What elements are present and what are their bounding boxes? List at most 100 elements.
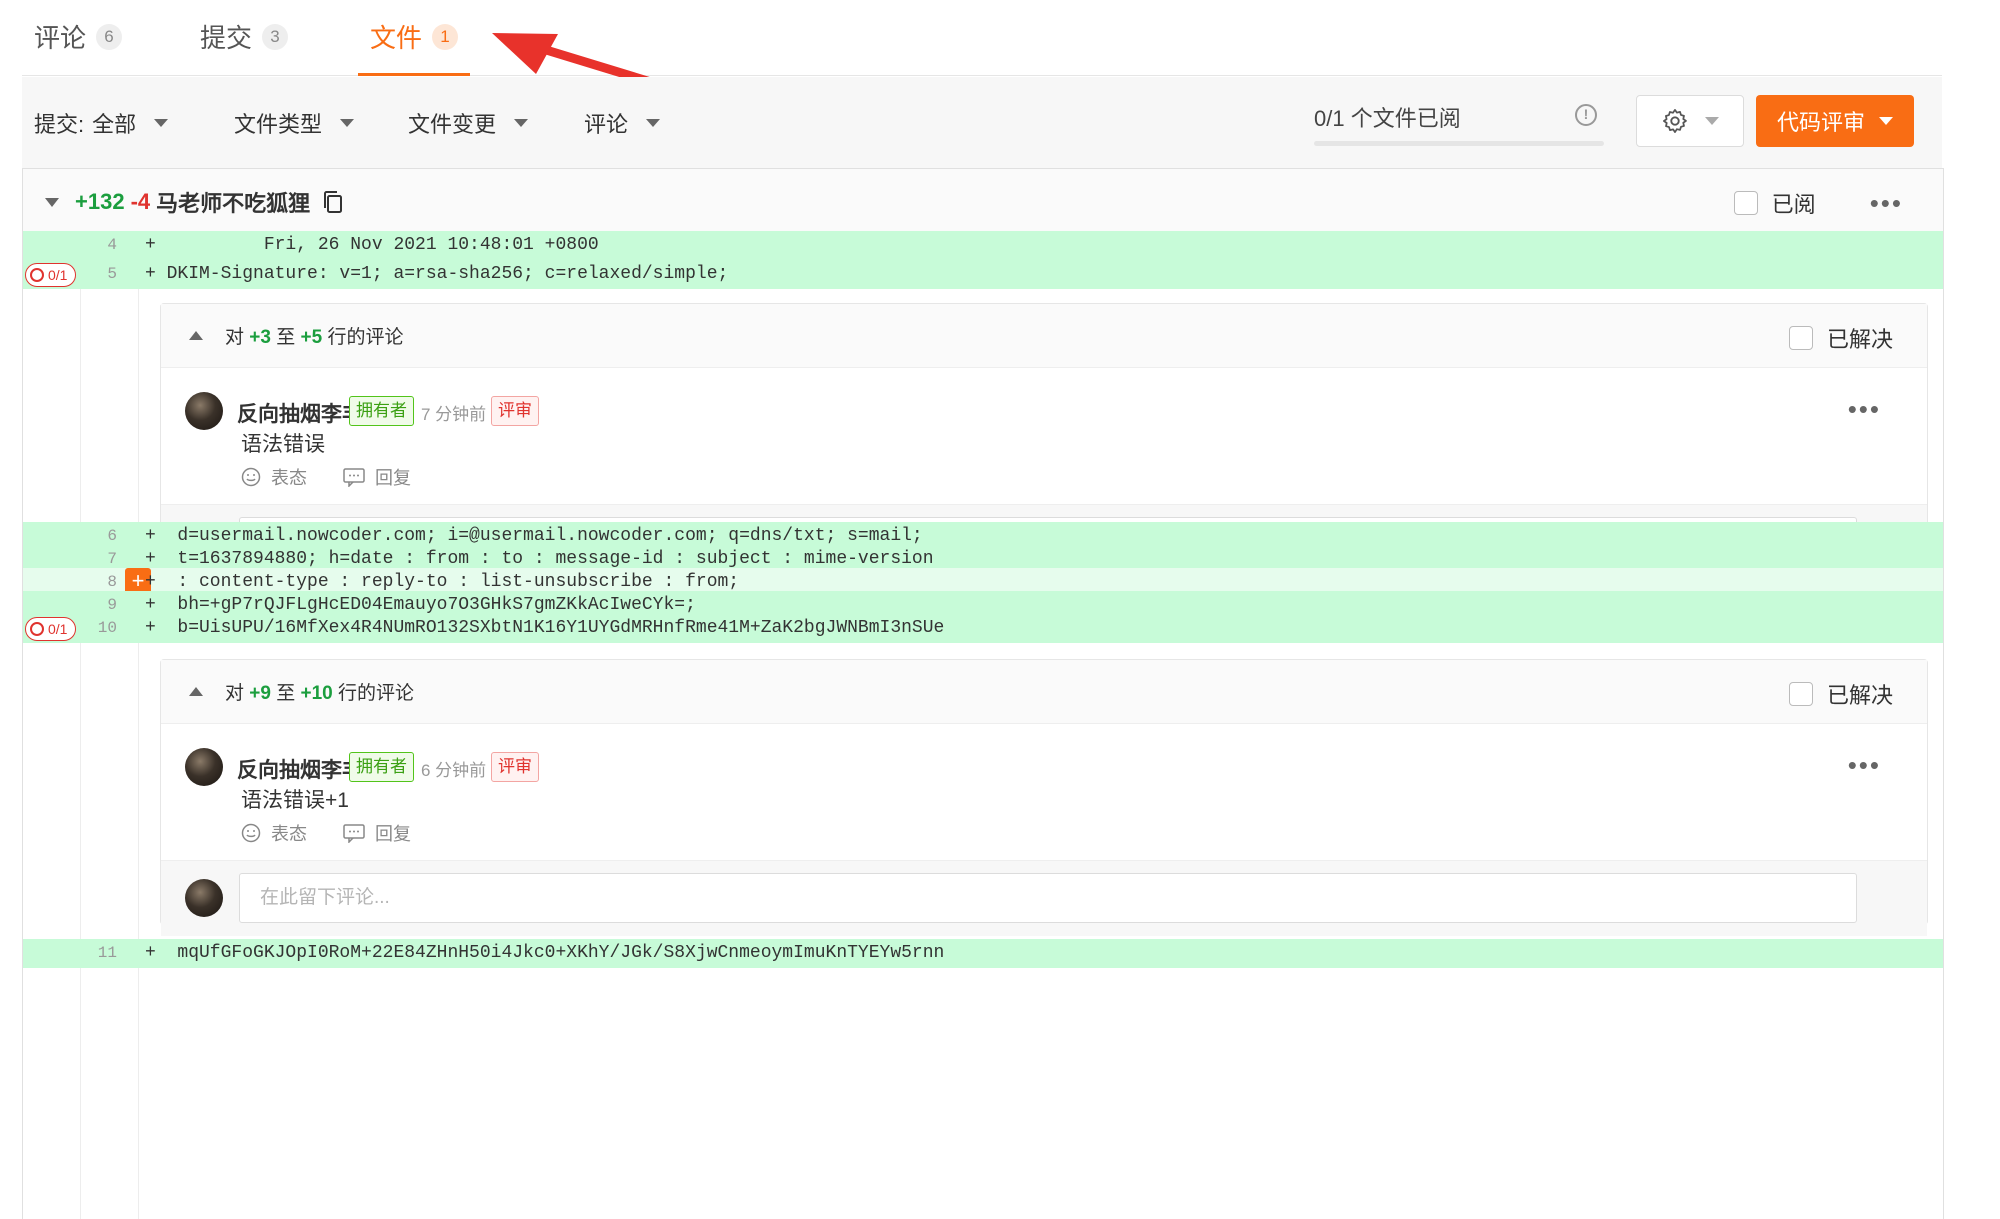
tab-bar: 评论 6 提交 3 文件 1 <box>22 0 1942 76</box>
owner-badge: 拥有者 <box>349 752 414 782</box>
diff-line[interactable]: 0/1 10 + b=UisUPU/16MfXex4R4NUmRO132SXbt… <box>23 614 1943 643</box>
thread-range-start: +3 <box>249 327 271 348</box>
thread-range-end: +10 <box>300 683 333 704</box>
reply-button[interactable]: 回复 <box>343 820 411 846</box>
diff-line[interactable]: 11 + mqUfGFoGKJOpI0RoM+22E84ZHnH50i4Jkc0… <box>23 939 1943 968</box>
viewed-checkbox[interactable] <box>1733 191 1758 215</box>
more-options-icon[interactable]: ••• <box>1848 750 1881 781</box>
reply-row <box>161 860 1927 936</box>
line-code: + mqUfGFoGKJOpI0RoM+22E84ZHnH50i4Jkc0+XK… <box>145 943 945 963</box>
tab-comments[interactable]: 评论 6 <box>34 18 123 76</box>
chevron-down-icon <box>340 119 355 127</box>
resolved-checkbox[interactable] <box>1788 326 1813 350</box>
thread-range-suffix: 行的评论 <box>322 327 404 348</box>
comment-icon <box>343 824 365 843</box>
thread-range-prefix: 对 <box>225 683 250 704</box>
comment: 反向抽烟李丰田 拥有者 7 分钟前 评审 ••• 语法错误 表态 回复 <box>161 368 1927 504</box>
collapse-thread-icon[interactable] <box>189 687 203 696</box>
react-button[interactable]: 表态 <box>241 820 307 846</box>
viewed-progress-text: 0/1 个文件已阅 <box>1314 106 1461 131</box>
settings-dropdown-button[interactable] <box>1636 95 1744 147</box>
comment-actions: 表态 回复 <box>241 464 447 490</box>
comment-body: 语法错误+1 <box>241 789 349 812</box>
thread-range-prefix: 对 <box>225 327 250 348</box>
line-code: + Fri, 26 Nov 2021 10:48:01 +0800 <box>145 235 599 255</box>
reply-button[interactable]: 回复 <box>343 464 411 490</box>
file-diff-panel: +132 -4 马老师不吃狐狸 已阅 ••• 4 + Fri, 26 Nov 2… <box>22 168 1944 1219</box>
commit-filter-dropdown[interactable]: 提交: 全部 <box>34 107 169 139</box>
diff-line[interactable]: 4 + Fri, 26 Nov 2021 10:48:01 +0800 <box>23 231 1943 260</box>
smile-icon <box>241 467 261 487</box>
tab-count-badge: 1 <box>432 24 459 50</box>
comment-thread: 对 +9 至 +10 行的评论 已解决 反向抽烟李丰田 拥有者 6 分钟前 评审… <box>160 659 1928 936</box>
resolved-control: 已解决 <box>1788 322 1893 354</box>
chevron-down-icon <box>1879 117 1893 125</box>
thread-range-end: +5 <box>300 327 323 348</box>
review-badge: 评审 <box>491 396 539 426</box>
react-label: 表态 <box>271 468 307 488</box>
filter-bar: 提交: 全部 文件类型 文件变更 评论 0/1 个文件已阅 ! 代码评审 <box>22 77 1942 169</box>
deletions-count: -4 <box>130 189 151 214</box>
gutter-old <box>23 235 81 1219</box>
gear-icon <box>1663 109 1687 133</box>
comment-count-badge[interactable]: 0/1 <box>25 263 77 287</box>
react-button[interactable]: 表态 <box>241 464 307 490</box>
comment-time: 7 分钟前 <box>421 405 487 424</box>
file-header-actions: 已阅 ••• <box>1733 187 1903 219</box>
info-icon[interactable]: ! <box>1575 104 1597 126</box>
viewed-progress: 0/1 个文件已阅 <box>1314 101 1604 146</box>
tab-commits[interactable]: 提交 3 <box>200 18 289 76</box>
avatar[interactable] <box>185 748 223 786</box>
gutter-new <box>81 235 139 1219</box>
smile-icon <box>241 823 261 843</box>
thread-range-text: 对 +3 至 +5 行的评论 <box>225 322 403 349</box>
owner-badge: 拥有者 <box>349 396 414 426</box>
more-options-icon[interactable]: ••• <box>1870 190 1903 216</box>
line-code: + b=UisUPU/16MfXex4R4NUmRO132SXbtN1K16Y1… <box>145 618 945 638</box>
line-number: 5 <box>107 265 117 283</box>
copy-icon[interactable] <box>322 190 344 214</box>
resolved-control: 已解决 <box>1788 678 1893 710</box>
resolved-checkbox[interactable] <box>1788 682 1813 706</box>
reply-label: 回复 <box>375 468 411 488</box>
line-number: 10 <box>97 619 117 637</box>
comment-count-badge[interactable]: 0/1 <box>25 617 77 641</box>
more-options-icon[interactable]: ••• <box>1848 394 1881 425</box>
chevron-down-icon <box>646 119 661 127</box>
line-number: 11 <box>97 944 117 962</box>
tab-files[interactable]: 文件 1 <box>358 18 471 76</box>
avatar <box>185 879 223 917</box>
resolved-label: 已解决 <box>1826 327 1893 352</box>
file-type-dropdown[interactable]: 文件类型 <box>234 107 355 139</box>
thread-range-mid: 至 <box>270 683 301 704</box>
additions-count: +132 <box>75 189 125 214</box>
thread-range-mid: 至 <box>270 327 301 348</box>
collapse-icon[interactable] <box>45 197 59 207</box>
thread-range-start: +9 <box>249 683 271 704</box>
viewed-progress-bar <box>1314 141 1604 146</box>
comment-filter-dropdown[interactable]: 评论 <box>584 107 661 139</box>
diff-line[interactable]: 0/1 5 + DKIM-Signature: v=1; a=rsa-sha25… <box>23 260 1943 289</box>
reply-input[interactable] <box>239 873 1857 923</box>
resolved-label: 已解决 <box>1826 683 1893 708</box>
comment-body: 语法错误 <box>241 433 325 456</box>
comment-count-text: 0/1 <box>48 621 68 637</box>
code-review-button[interactable]: 代码评审 <box>1756 95 1914 147</box>
comment-status-icon <box>30 622 44 636</box>
chevron-down-icon <box>154 119 169 127</box>
tab-count-badge: 3 <box>262 24 289 50</box>
commit-filter-label: 提交: <box>34 112 85 137</box>
collapse-thread-icon[interactable] <box>189 331 203 340</box>
commit-filter-value: 全部 <box>92 112 137 137</box>
comment-filter-label: 评论 <box>584 112 629 137</box>
thread-range-text: 对 +9 至 +10 行的评论 <box>225 678 414 705</box>
tab-label: 评论 <box>34 23 87 53</box>
comment: 反向抽烟李丰田 拥有者 6 分钟前 评审 ••• 语法错误+1 表态 回复 <box>161 724 1927 860</box>
tab-label: 文件 <box>370 23 423 53</box>
thread-range-suffix: 行的评论 <box>332 683 415 704</box>
file-header: +132 -4 马老师不吃狐狸 已阅 ••• <box>23 169 1943 235</box>
avatar[interactable] <box>185 392 223 430</box>
comment-count-text: 0/1 <box>48 267 68 283</box>
reply-label: 回复 <box>375 824 411 844</box>
file-change-dropdown[interactable]: 文件变更 <box>408 107 529 139</box>
